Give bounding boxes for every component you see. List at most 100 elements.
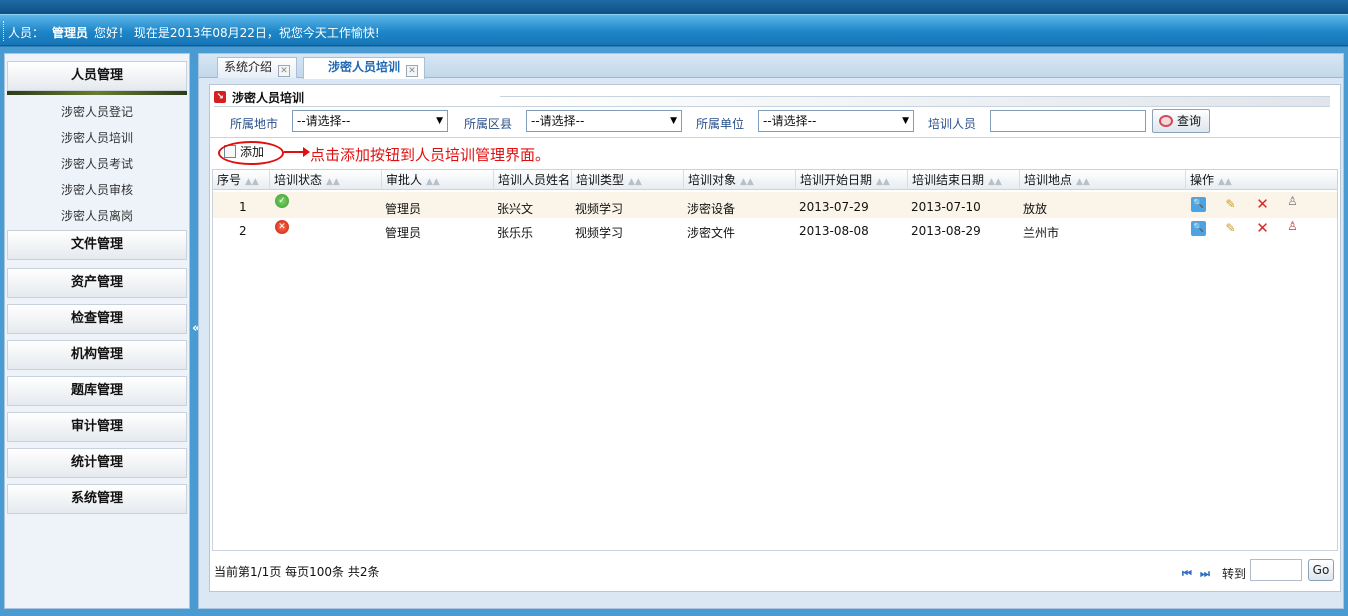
cell-approver: 管理员 xyxy=(385,202,422,216)
submenu-item-exam[interactable]: 涉密人员考试 xyxy=(5,151,189,177)
menu-group-organization[interactable]: 机构管理 xyxy=(7,340,187,370)
query-button[interactable]: 查询 xyxy=(1152,109,1211,133)
tab-label: 系统介绍 xyxy=(224,60,273,74)
cell-end-date: 2013-08-29 xyxy=(911,224,981,238)
user-label: 人员： xyxy=(8,26,45,40)
menu-group-wrapper: 统计管理 xyxy=(5,448,189,478)
menu-group-statistics[interactable]: 统计管理 xyxy=(7,448,187,478)
menu-group-files[interactable]: 文件管理 xyxy=(7,230,187,260)
column-header-type[interactable]: 培训类型 ▲▲ xyxy=(571,170,683,190)
person-label: 培训人员 xyxy=(928,117,977,131)
cell-start-date: 2013-08-08 xyxy=(799,224,869,238)
chevron-down-icon: ▼ xyxy=(670,116,677,126)
menu-group-audit[interactable]: 审计管理 xyxy=(7,412,187,442)
sort-icon: ▲▲ xyxy=(1076,177,1090,187)
column-header-actions[interactable]: 操作 ▲▲ xyxy=(1185,170,1337,190)
panel-title-bar: ↘ 涉密人员培训 xyxy=(214,89,1330,107)
person-input[interactable] xyxy=(990,110,1146,132)
city-select-value: --请选择-- xyxy=(297,114,351,128)
menu-group-wrapper: 题库管理 xyxy=(5,376,189,406)
table-row[interactable]: 2 ✕ 管理员 张乐乐 视频学习 涉密文件 2013-08-08 2013-08… xyxy=(213,218,1337,244)
top-band xyxy=(0,0,1348,14)
menu-group-assets[interactable]: 资产管理 xyxy=(7,268,187,298)
menu-group-wrapper: 系统管理 xyxy=(5,484,189,514)
close-icon[interactable]: ✕ xyxy=(406,65,419,77)
district-label: 所属区县 xyxy=(464,117,513,131)
cell-place: 放放 xyxy=(1023,202,1048,216)
column-header-end-date[interactable]: 培训结束日期 ▲▲ xyxy=(907,170,1019,190)
edit-icon[interactable]: ✎ xyxy=(1223,197,1238,212)
table-row[interactable]: 1 ✓ 管理员 张兴文 视频学习 涉密设备 2013-07-29 2013-07… xyxy=(213,192,1337,218)
submenu-item-training[interactable]: 涉密人员培训 xyxy=(5,125,189,151)
cell-target: 涉密设备 xyxy=(687,202,736,216)
chevron-down-icon: ▼ xyxy=(436,116,443,126)
menu-group-system[interactable]: 系统管理 xyxy=(7,484,187,514)
sort-icon: ▲▲ xyxy=(245,177,259,187)
tab-personnel-training[interactable]: 涉密人员培训 ✕ xyxy=(303,57,426,79)
header-divider xyxy=(3,21,5,41)
menu-group-wrapper: 资产管理 xyxy=(5,268,189,298)
first-page-icon[interactable]: ⏮ xyxy=(1182,567,1192,581)
edit-icon[interactable]: ✎ xyxy=(1223,221,1238,236)
unit-select[interactable]: --请选择-- ▼ xyxy=(758,110,914,132)
goto-label: 转到 xyxy=(1222,567,1247,581)
content-panel: ↘ 涉密人员培训 所属地市 --请选择-- ▼ 所属区县 --请选择-- ▼ 所属单… xyxy=(209,84,1341,592)
go-button[interactable]: Go xyxy=(1308,559,1334,581)
welcome-text: 人员： 管理员 您好！ 现在是2013年08月22日，祝您今天工作愉快! xyxy=(8,24,380,41)
menu-group-inspection[interactable]: 检查管理 xyxy=(7,304,187,334)
menu-group-wrapper: 审计管理 xyxy=(5,412,189,442)
personnel-submenu: 涉密人员登记 涉密人员培训 涉密人员考试 涉密人员审核 涉密人员离岗 xyxy=(5,95,189,229)
goto-page-input[interactable] xyxy=(1250,559,1302,581)
sidebar: 人员管理 涉密人员登记 涉密人员培训 涉密人员考试 涉密人员审核 涉密人员离岗 … xyxy=(4,53,190,609)
view-icon[interactable]: 🔍 xyxy=(1191,197,1206,212)
menu-group-wrapper: 文件管理 xyxy=(5,230,189,260)
column-label: 培训状态 xyxy=(274,173,323,187)
chevron-down-icon: ▼ xyxy=(902,116,909,126)
sort-icon: ▲▲ xyxy=(426,177,440,187)
sort-icon: ▲▲ xyxy=(1218,177,1232,187)
header-bar: 人员： 管理员 您好！ 现在是2013年08月22日，祝您今天工作愉快! xyxy=(0,14,1348,46)
delete-icon[interactable]: ✕ xyxy=(1255,221,1270,236)
query-button-label: 查询 xyxy=(1177,114,1202,128)
column-label: 培训人员姓名 xyxy=(498,173,571,187)
pager-bar: 当前第1/1页 每页100条 共2条 ⏮ ⏭ 转到 Go xyxy=(210,551,1340,591)
tab-system-intro[interactable]: 系统介绍 ✕ xyxy=(217,57,298,78)
app-frame: 人员管理 涉密人员登记 涉密人员培训 涉密人员考试 涉密人员审核 涉密人员离岗 … xyxy=(0,47,1348,616)
submenu-item-review[interactable]: 涉密人员审核 xyxy=(5,177,189,203)
cell-place: 兰州市 xyxy=(1023,226,1060,240)
close-icon[interactable]: ✕ xyxy=(278,65,291,77)
column-label: 序号 xyxy=(217,173,242,187)
column-header-start-date[interactable]: 培训开始日期 ▲▲ xyxy=(795,170,907,190)
column-header-target[interactable]: 培训对象 ▲▲ xyxy=(683,170,795,190)
submenu-item-leave[interactable]: 涉密人员离岗 xyxy=(5,203,189,229)
cell-name: 张兴文 xyxy=(497,202,534,216)
view-icon[interactable]: 🔍 xyxy=(1191,221,1206,236)
action-toolbar: 添加 点击添加按钮到人员培训管理界面。 xyxy=(210,137,1340,167)
column-header-place[interactable]: 培训地点 ▲▲ xyxy=(1019,170,1185,190)
last-page-icon[interactable]: ⏭ xyxy=(1200,567,1210,581)
filter-bar: 所属地市 --请选择-- ▼ 所属区县 --请选择-- ▼ 所属单位 --请选择--… xyxy=(210,109,1340,135)
status-approved-icon: ✓ xyxy=(275,194,289,208)
search-icon xyxy=(1159,115,1173,127)
district-select[interactable]: --请选择-- ▼ xyxy=(526,110,682,132)
column-label: 审批人 xyxy=(386,173,423,187)
submenu-item-register[interactable]: 涉密人员登记 xyxy=(5,99,189,125)
user-name: 管理员 xyxy=(52,26,89,40)
stamp-icon[interactable]: ♙ xyxy=(1285,219,1300,234)
stamp-icon[interactable]: ♙ xyxy=(1285,194,1300,209)
panel-title: 涉密人员培训 xyxy=(232,91,305,105)
delete-icon[interactable]: ✕ xyxy=(1255,197,1270,212)
column-header-approver[interactable]: 审批人 ▲▲ xyxy=(381,170,493,190)
column-header-name[interactable]: 培训人员姓名 xyxy=(493,170,571,190)
menu-group-question-bank[interactable]: 题库管理 xyxy=(7,376,187,406)
column-header-no[interactable]: 序号 ▲▲ xyxy=(213,170,269,190)
cell-target: 涉密文件 xyxy=(687,226,736,240)
column-label: 培训地点 xyxy=(1024,173,1073,187)
district-select-value: --请选择-- xyxy=(531,114,585,128)
city-select[interactable]: --请选择-- ▼ xyxy=(292,110,448,132)
page-info: 当前第1/1页 每页100条 共2条 xyxy=(214,565,380,579)
tab-bar: 系统介绍 ✕ 涉密人员培训 ✕ xyxy=(199,54,1343,79)
column-header-status[interactable]: 培训状态 ▲▲ xyxy=(269,170,381,190)
menu-group-personnel[interactable]: 人员管理 xyxy=(7,61,187,91)
cell-no: 1 xyxy=(239,200,247,214)
